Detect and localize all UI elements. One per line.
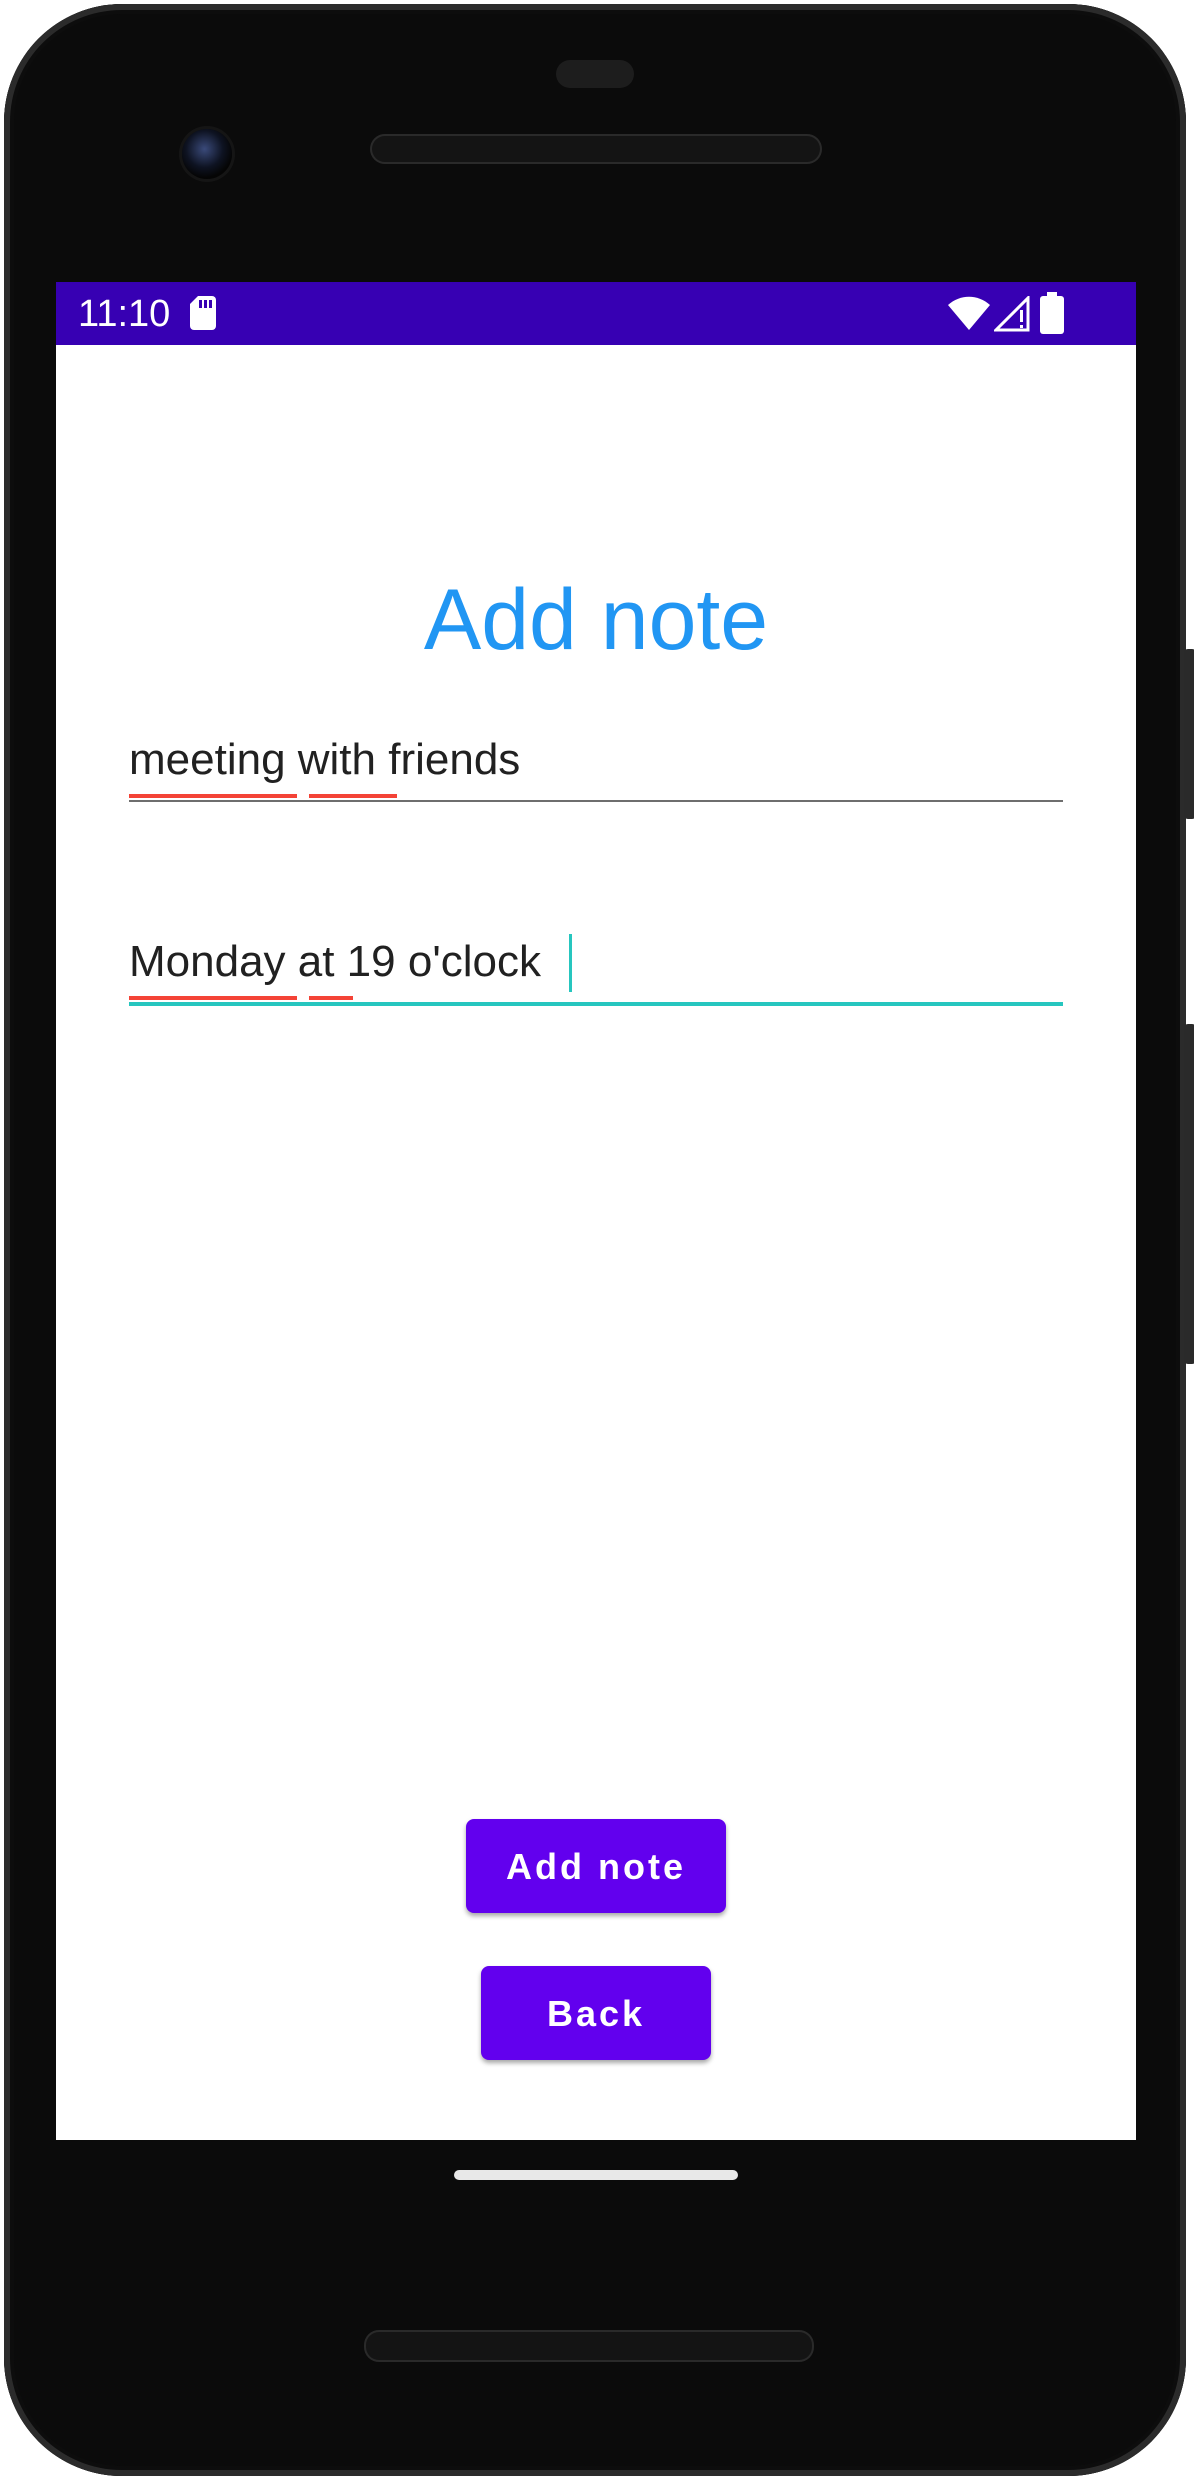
spellcheck-underline [129,794,297,798]
input-underline [129,800,1063,802]
page-title: Add note [423,571,769,668]
front-camera-icon [182,129,232,179]
note-description-input[interactable]: Monday at 19 o'clock [129,924,1063,1006]
app-screen: 11:10 Add note meeting with friends Mond… [56,282,1136,2140]
status-time: 11:10 [78,293,171,335]
spellcheck-underline [309,996,353,1000]
signal-icon [994,296,1030,332]
volume-button [1184,1024,1194,1364]
spellcheck-underline [129,996,297,1000]
bottom-speaker-grille [364,2330,814,2362]
sd-card-icon [190,296,216,330]
input-underline-focused [129,1002,1063,1006]
status-bar: 11:10 [56,282,1136,345]
battery-icon [1040,292,1064,334]
home-gesture-bar[interactable] [454,2170,738,2180]
add-note-button[interactable]: Add note [466,1819,726,1913]
phone-frame: 11:10 Add note meeting with friends Mond… [4,4,1194,2476]
proximity-sensor [556,60,634,88]
note-title-input[interactable]: meeting with friends [129,722,1063,802]
text-cursor [569,934,572,992]
note-description-value: Monday at 19 o'clock [129,937,541,986]
back-button[interactable]: Back [481,1966,711,2060]
power-button [1184,649,1194,819]
note-title-value: meeting with friends [129,735,521,784]
spellcheck-underline [309,794,397,798]
wifi-icon [948,296,990,330]
earpiece-speaker [370,134,822,164]
